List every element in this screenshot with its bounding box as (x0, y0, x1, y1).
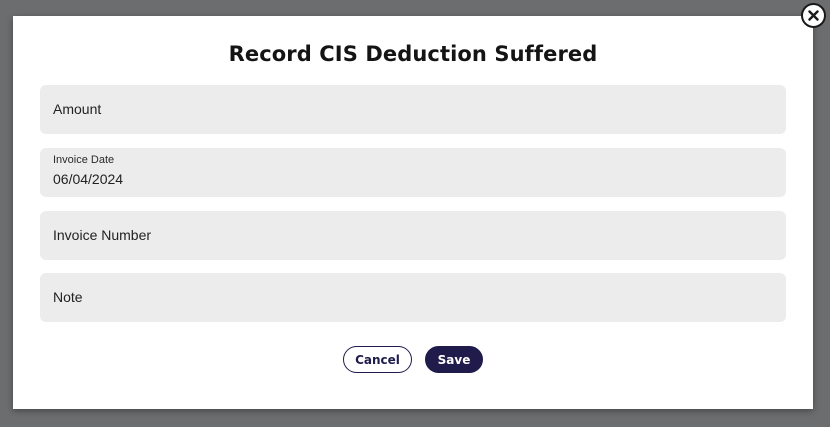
note-field[interactable]: Note (40, 273, 786, 322)
amount-field[interactable]: Amount (40, 85, 786, 134)
dialog-title: Record CIS Deduction Suffered (228, 42, 598, 66)
invoice-date-value[interactable]: 06/04/2024 (53, 171, 753, 187)
record-cis-deduction-dialog: Record CIS Deduction Suffered Amount Inv… (13, 16, 813, 409)
amount-label: Amount (53, 101, 102, 117)
invoice-number-label: Invoice Number (53, 227, 152, 243)
save-button[interactable]: Save (425, 346, 483, 373)
invoice-number-field[interactable]: Invoice Number (40, 211, 786, 260)
invoice-date-label: Invoice Date (53, 154, 115, 166)
close-button[interactable] (801, 3, 826, 28)
note-label: Note (53, 289, 83, 305)
cancel-button[interactable]: Cancel (343, 346, 412, 373)
close-icon (808, 10, 819, 21)
invoice-date-field[interactable]: Invoice Date 06/04/2024 (40, 148, 786, 197)
